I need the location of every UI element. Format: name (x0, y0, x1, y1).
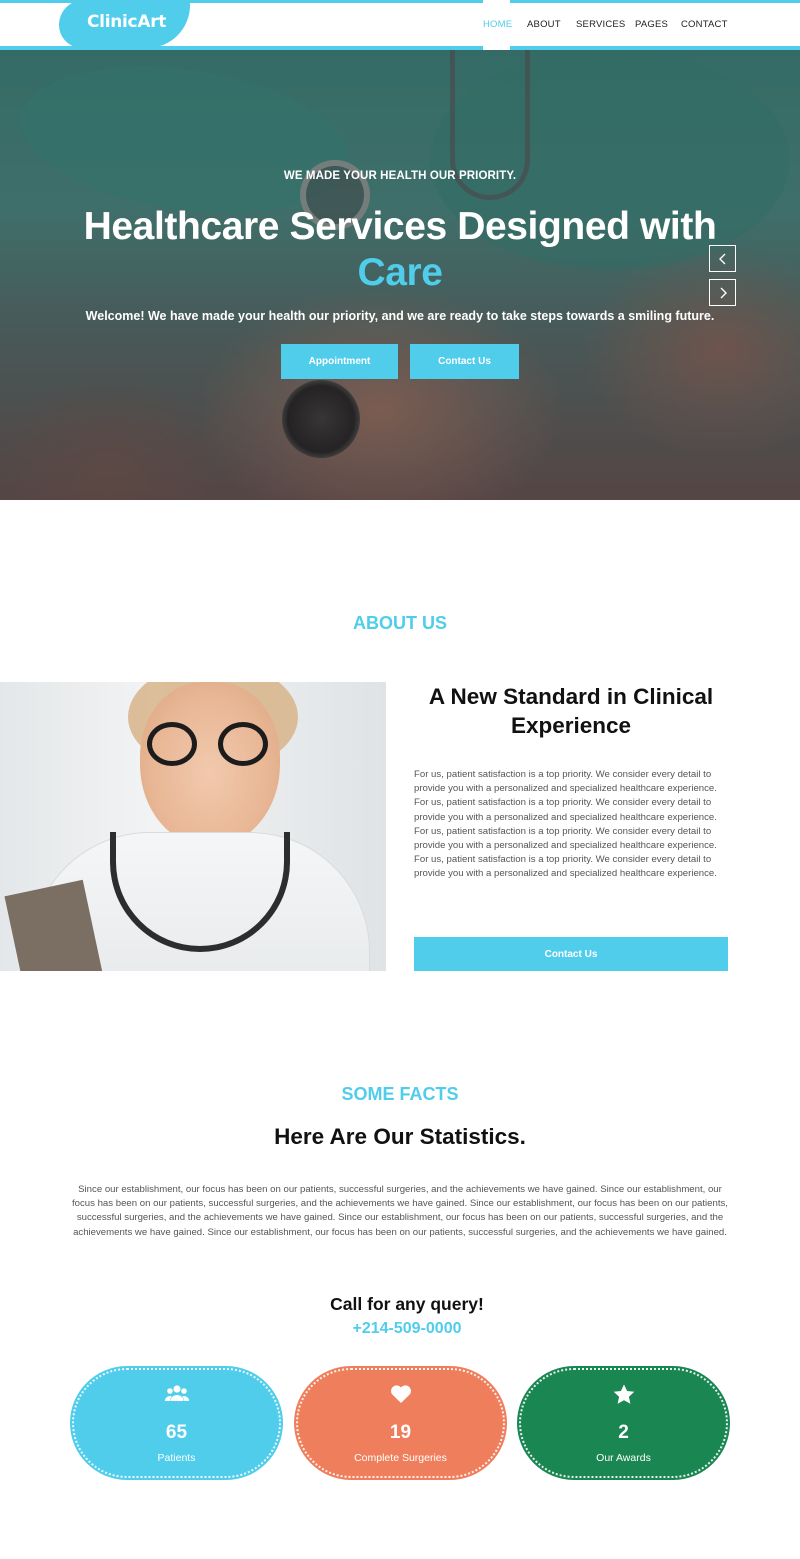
facts-body: Since our establishment, our focus has b… (72, 1184, 728, 1238)
chevron-right-icon (720, 287, 727, 298)
hero-title: Healthcare Services Designed with Care (0, 204, 800, 296)
stat-value: 65 (165, 1422, 188, 1443)
stat-card-patients: 65 Patients (72, 1368, 281, 1478)
stat-card-awards: 2 Our Awards (519, 1368, 728, 1478)
doctor-photo-glasses-right (218, 722, 268, 766)
nav-home[interactable]: HOME (483, 19, 512, 30)
phone-link[interactable]: +214-509-0000 (0, 1320, 800, 1338)
hero-title-line: Healthcare Services Designed with (83, 205, 717, 248)
stat-value: 2 (618, 1422, 629, 1443)
nav-about[interactable]: ABOUT (527, 19, 561, 30)
nav-services[interactable]: SERVICES (576, 19, 625, 30)
about-heading: A New Standard in Clinical Experience (428, 684, 714, 738)
stat-value: 19 (389, 1422, 412, 1443)
hero-kicker: WE MADE YOUR HEALTH OUR PRIORITY. (283, 170, 517, 182)
stat-card-surgeries: 19 Complete Surgeries (296, 1368, 505, 1478)
appointment-button[interactable]: Appointment (281, 344, 398, 379)
stat-label: Our Awards (596, 1452, 651, 1464)
doctor-photo-face (140, 682, 280, 847)
stat-label: Patients (157, 1452, 196, 1464)
stat-label: Complete Surgeries (354, 1452, 447, 1464)
doctor-photo (0, 682, 386, 971)
nav-pages[interactable]: PAGES (635, 19, 668, 30)
query-title: Call for any query! (330, 1294, 484, 1314)
hero-subtitle: Welcome! We have made your health our pr… (85, 309, 715, 323)
chevron-left-icon (718, 253, 725, 264)
about-kicker: ABOUT US (353, 613, 447, 633)
nav-contact[interactable]: CONTACT (681, 19, 728, 30)
main-nav: HOME ABOUT SERVICES PAGES CONTACT (0, 0, 800, 50)
hero-contact-button[interactable]: Contact Us (410, 344, 519, 379)
about-contact-button[interactable]: Contact Us (414, 937, 728, 971)
slider-prev-button[interactable] (709, 245, 736, 272)
about-body: For us, patient satisfaction is a top pr… (414, 769, 717, 880)
heart-icon (298, 1384, 503, 1410)
users-icon (74, 1384, 279, 1410)
doctor-photo-glasses-left (147, 722, 197, 766)
hero-banner: WE MADE YOUR HEALTH OUR PRIORITY. Health… (0, 50, 800, 500)
facts-kicker: SOME FACTS (341, 1084, 459, 1104)
hero-title-accent: Care (357, 251, 443, 294)
slider-next-button[interactable] (709, 279, 736, 306)
star-icon (521, 1384, 726, 1411)
facts-heading: Here Are Our Statistics. (274, 1124, 526, 1149)
